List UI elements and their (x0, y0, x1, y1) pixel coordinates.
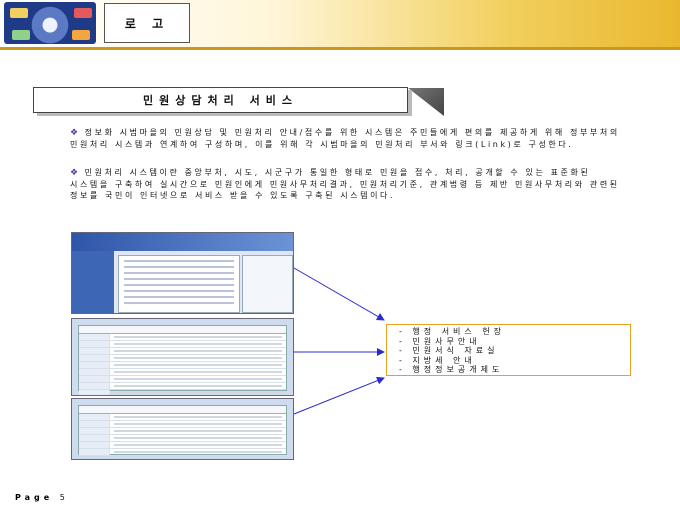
arrow-top (293, 267, 385, 321)
page-number: Page 5 (15, 493, 69, 502)
service-item: - 민원서식 자료실 (399, 346, 499, 356)
connector-arrows (293, 267, 385, 415)
service-item: - 행정 서비스 헌장 (399, 327, 506, 336)
service-item: - 지방세 안내 (399, 355, 476, 365)
service-item: - 민원사무안내 (399, 336, 481, 346)
service-item: - 행정정보공개제도 (399, 365, 504, 375)
service-list-box: - 행정 서비스 헌장 - 민원사무안내 - 민원서식 자료실 - 지방세 안내… (386, 324, 631, 376)
arrow-bottom (293, 376, 385, 415)
